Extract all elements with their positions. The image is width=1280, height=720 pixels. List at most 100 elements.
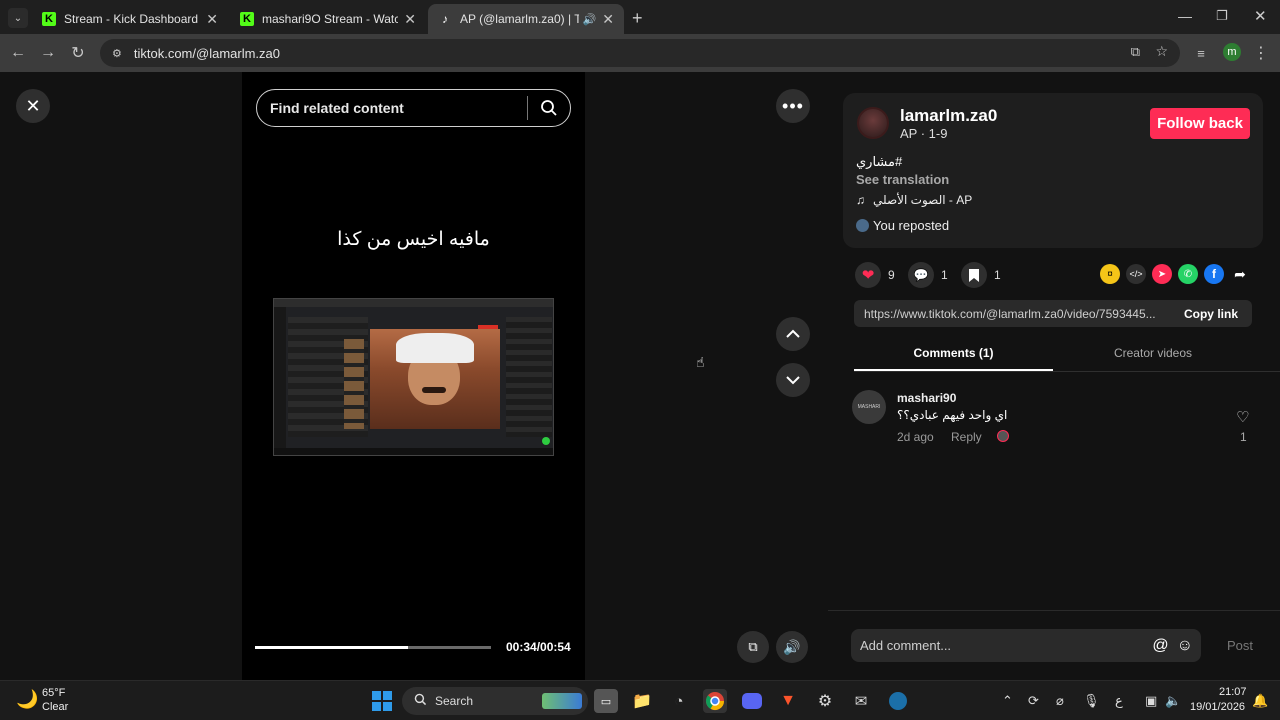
embed-icon[interactable]: </> [1126,264,1146,284]
kebab-icon: ⋮ [1253,45,1269,62]
post-comment-button[interactable]: Post [1227,638,1253,653]
forward-button[interactable]: → [37,42,59,64]
more-dots-icon: ••• [782,95,804,116]
send-to-friends-icon[interactable]: ➤ [1152,264,1172,284]
frame-headcloth [396,333,474,363]
tab-comments[interactable]: Comments (1) [854,337,1053,371]
app-button-settings[interactable]: ◔ [667,689,691,713]
comment-input[interactable]: Add comment... @ ☺ [851,629,1201,662]
file-explorer-button[interactable]: 📁 [630,689,654,713]
moon-icon: 🌙 [16,689,39,709]
video-progress-track[interactable] [255,646,491,649]
tab-comments-label: Comments (1) [913,346,994,360]
video-details-panel: lamarlm.za0 AP · 1-9 Follow back #مشاري … [828,72,1280,680]
close-icon[interactable]: ✕ [404,11,416,28]
tab-search-button[interactable]: ⌄ [8,8,28,28]
weather-widget[interactable]: 🌙 65°F Clear [14,686,104,716]
video-player[interactable]: Find related content مافيه اخيس من كذا 0… [242,72,585,680]
more-options-button[interactable]: ••• [776,89,810,123]
sound-row[interactable]: ♫ الصوت الأصلي - AP [856,193,972,207]
task-view-button[interactable]: ▭ [594,689,618,713]
kick-icon: K [240,12,254,26]
notification-bell-icon[interactable]: 🔔 [1252,693,1268,709]
speaker-icon[interactable]: 🔊 [583,13,597,26]
comment-like-button[interactable]: ♡ [1236,408,1249,426]
search-icon [414,693,427,709]
follow-back-button[interactable]: Follow back [1150,108,1250,139]
back-button[interactable]: ← [7,42,29,64]
close-icon[interactable]: ✕ [602,11,614,28]
coin-share-icon[interactable]: ¤ [1100,264,1120,284]
microphone-icon[interactable]: 🎙 [1083,693,1100,709]
facebook-icon[interactable]: f [1204,264,1224,284]
video-progress-fill [255,646,409,649]
wifi-off-icon[interactable]: ⌀ [1056,693,1064,709]
install-app-icon[interactable]: ⧉ [1131,44,1140,60]
site-info-icon[interactable]: ⚙ [112,47,122,60]
media-control-button[interactable]: ≡ [1190,42,1212,64]
volume-icon[interactable]: 🔈 [1165,693,1181,709]
emoji-icon[interactable]: ☺ [1177,637,1193,655]
whatsapp-icon[interactable]: ✆ [1178,264,1198,284]
volume-button[interactable]: 🔊 [776,631,808,663]
floating-player-button[interactable]: ⧉ [737,631,769,663]
search-icon[interactable] [528,99,570,117]
browser-menu-button[interactable]: ⋮ [1250,42,1272,64]
video-hashtag[interactable]: #مشاري [856,154,902,170]
discord-button[interactable] [740,689,764,713]
copy-link-button[interactable]: Copy link [1170,307,1252,321]
close-icon[interactable]: ✕ [206,11,218,28]
tab-kick-dashboard[interactable]: K Stream - Kick Dashboard ✕ [32,4,228,34]
brave-button[interactable]: ▼ [776,689,800,713]
clock-date[interactable]: 19/01/2026 [1190,701,1245,713]
mail-button[interactable]: ✉ [849,689,873,713]
like-button[interactable]: ❤ 9 [855,262,895,288]
network-icon[interactable]: ▣ [1145,693,1157,709]
video-area: ✕ Find related content مافيه اخيس من كذا [0,72,828,680]
bookmark-star-icon[interactable]: ☆ [1155,43,1168,60]
tab-creator-videos[interactable]: Creator videos [1053,337,1253,371]
discord-icon [742,693,762,709]
related-search-input[interactable]: Find related content [270,100,527,116]
steelseries-button[interactable]: ⚙ [813,689,837,713]
mention-icon[interactable]: @ [1152,637,1168,655]
comment-reply-link[interactable]: Reply [951,430,982,444]
next-video-button[interactable] [776,363,810,397]
close-video-button[interactable]: ✕ [16,89,50,123]
tray-overflow-icon[interactable]: ⌃ [1002,693,1013,709]
creator-liked-badge [997,430,1009,442]
author-username[interactable]: lamarlm.za0 [900,106,997,126]
chrome-button[interactable] [703,689,727,713]
comment-button[interactable]: 💬 1 [908,262,948,288]
heart-icon: ❤ [855,262,881,288]
share-arrow-icon[interactable]: ➦ [1230,264,1250,284]
sync-icon[interactable]: ⟳ [1028,693,1039,709]
address-bar[interactable]: ⚙ tiktok.com/@lamarlm.za0 ⧉ ☆ [100,39,1180,67]
tabs-divider [854,371,1280,372]
clock-time[interactable]: 21:07 [1219,686,1247,698]
related-search-bar[interactable]: Find related content [256,89,571,127]
steam-button[interactable] [886,689,910,713]
tab-stream-watch[interactable]: K mashari9O Stream - Watch Live ✕ [230,4,426,34]
tiktok-page: ✕ Find related content مافيه اخيس من كذا [0,72,1280,680]
see-translation-link[interactable]: See translation [856,172,949,187]
close-window-button[interactable]: ✕ [1254,7,1267,25]
tab-title: mashari9O Stream - Watch Live [262,12,399,26]
commenter-name[interactable]: mashari90 [897,391,956,405]
commenter-avatar[interactable]: MASHARI [852,390,886,424]
frame-green-dot [542,437,550,445]
gauge-icon: ◔ [674,692,684,710]
start-button[interactable] [370,689,394,713]
minimize-button[interactable]: — [1178,8,1192,24]
reload-button[interactable]: ↻ [67,42,89,64]
maximize-button[interactable]: ❐ [1216,8,1228,24]
tab-tiktok[interactable]: ♪ AP (@lamarlm.za0) | TikTok 🔊 ✕ [428,4,624,34]
previous-video-button[interactable] [776,317,810,351]
new-tab-button[interactable]: + [632,8,643,29]
taskbar-search[interactable]: Search [402,687,588,715]
video-caption-overlay: مافيه اخيس من كذا [337,229,490,250]
profile-avatar[interactable]: m [1223,43,1241,61]
save-button[interactable]: 1 [961,262,1001,288]
author-avatar[interactable] [857,107,889,139]
input-language[interactable]: ع [1115,693,1123,709]
